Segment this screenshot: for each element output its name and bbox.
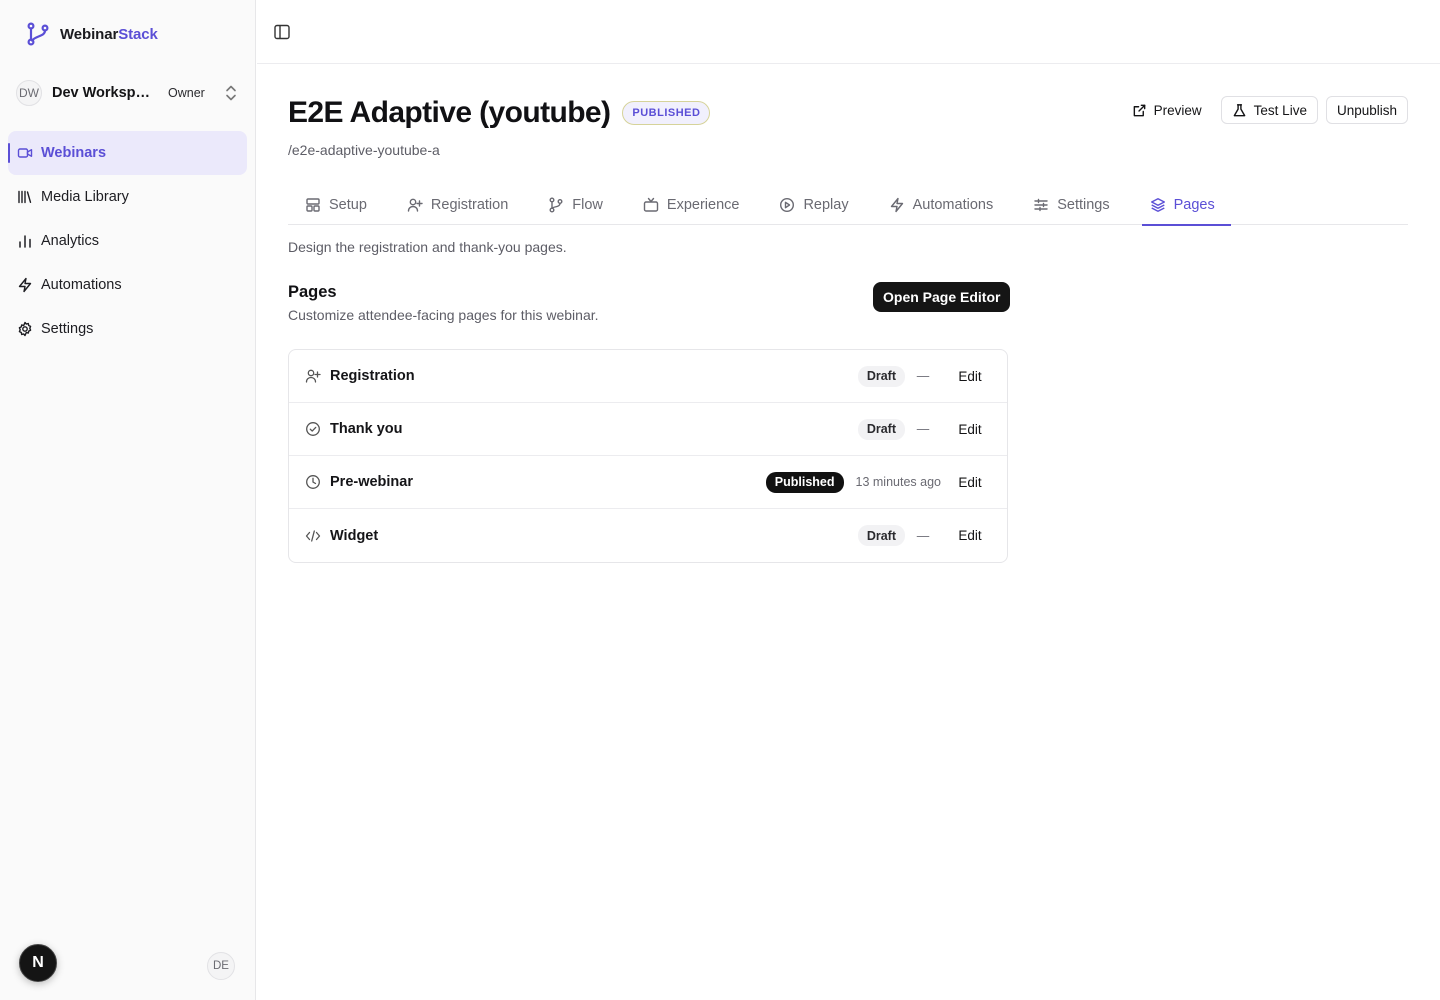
sidebar-item-label: Webinars xyxy=(41,145,107,161)
page-name: Pre-webinar xyxy=(330,474,413,490)
updated-time: 13 minutes ago xyxy=(855,475,941,489)
title-row: E2E Adaptive (youtube) PUBLISHED xyxy=(288,96,711,130)
updated-time: — xyxy=(916,369,930,383)
chevrons-up-down-icon xyxy=(226,85,236,101)
edit-button[interactable]: Edit xyxy=(949,362,991,390)
user-plus-icon xyxy=(407,198,423,212)
flask-icon xyxy=(1233,103,1246,116)
updated-time: — xyxy=(916,528,930,543)
tab-settings[interactable]: Settings xyxy=(1025,184,1117,225)
tab-pages[interactable]: Pages xyxy=(1141,184,1231,226)
preview-button[interactable]: Preview xyxy=(1120,96,1213,124)
page-name: Widget xyxy=(330,527,379,544)
status-badge: Draft xyxy=(857,525,905,546)
check-circle-icon xyxy=(306,422,320,436)
tab-flow[interactable]: Flow xyxy=(540,184,611,225)
sidebar-item-label: Settings xyxy=(41,321,94,337)
workspace-role: Owner xyxy=(168,86,205,100)
tab-replay[interactable]: Replay xyxy=(771,184,856,225)
status-badge: Draft xyxy=(857,365,905,387)
page-row-registration: Registration Draft — Edit xyxy=(289,350,1007,403)
test-live-label: Test Live xyxy=(1253,102,1307,118)
status-badge: Draft xyxy=(857,418,905,440)
sidebar-item-analytics[interactable]: Analytics xyxy=(8,219,247,263)
library-icon xyxy=(18,190,32,204)
top-bar xyxy=(257,0,1440,64)
tab-label: Replay xyxy=(803,196,849,213)
user-avatar[interactable]: DE xyxy=(207,952,235,980)
sidebar-item-automations[interactable]: Automations xyxy=(8,263,247,307)
external-link-icon xyxy=(1133,104,1146,116)
workspace-name: Dev Workspa... xyxy=(52,85,152,101)
unpublish-button[interactable]: Unpublish xyxy=(1325,96,1408,124)
edit-button[interactable]: Edit xyxy=(949,522,991,550)
tab-label: Registration xyxy=(430,196,509,213)
bar-chart-icon xyxy=(19,235,31,248)
tab-automations[interactable]: Automations xyxy=(881,184,1002,225)
header-actions: Preview Test Live Unpublish xyxy=(1120,96,1408,124)
section-title: Pages xyxy=(288,283,337,301)
tab-experience[interactable]: Experience xyxy=(635,184,748,225)
clock-icon xyxy=(306,475,320,489)
workspace-avatar: DW xyxy=(16,80,42,106)
zap-icon xyxy=(18,277,32,293)
sidebar-item-media-library[interactable]: Media Library xyxy=(8,175,247,219)
page-row-thank-you: Thank you Draft — Edit xyxy=(289,403,1007,456)
page-row-widget: Widget Draft — Edit xyxy=(289,509,1007,562)
brand-logo[interactable]: WebinarStack xyxy=(26,22,158,46)
zap-icon xyxy=(890,197,903,212)
code-icon xyxy=(305,529,321,542)
status-badge: PUBLISHED xyxy=(622,101,711,125)
play-circle-icon xyxy=(780,197,795,212)
section-subtitle: Customize attendee-facing pages for this… xyxy=(288,307,599,323)
edit-button[interactable]: Edit xyxy=(949,415,991,443)
sliders-icon xyxy=(1034,198,1048,211)
edit-button[interactable]: Edit xyxy=(949,468,991,496)
tab-label: Setup xyxy=(329,196,367,213)
user-plus-icon xyxy=(305,369,321,383)
sidebar-item-settings[interactable]: Settings xyxy=(8,307,247,351)
tab-registration[interactable]: Registration xyxy=(399,184,516,225)
gear-icon xyxy=(18,321,32,337)
pages-list: Registration Draft — Edit Thank you Draf… xyxy=(288,349,1008,563)
page-name: Thank you xyxy=(330,421,403,437)
sidebar-item-label: Media Library xyxy=(41,189,129,205)
sidebar-item-label: Analytics xyxy=(41,233,100,249)
video-icon xyxy=(17,148,33,158)
brand-name: WebinarStack xyxy=(60,25,158,43)
sidebar-item-label: Automations xyxy=(41,277,122,293)
webinar-tabs: Setup Registration Flow Experience Repla… xyxy=(288,184,1408,226)
git-branch-icon xyxy=(549,197,563,212)
layers-icon xyxy=(1150,197,1165,212)
page-name: Registration xyxy=(330,368,415,384)
tab-label: Pages xyxy=(1173,196,1215,213)
webinar-slug: /e2e-adaptive-youtube-a xyxy=(288,142,440,158)
page-title: E2E Adaptive (youtube) xyxy=(288,96,611,129)
test-live-button[interactable]: Test Live xyxy=(1220,96,1318,124)
page-row-pre-webinar: Pre-webinar Published 13 minutes ago Edi… xyxy=(289,456,1007,509)
unpublish-label: Unpublish xyxy=(1336,102,1397,118)
sidebar-toggle-icon[interactable] xyxy=(273,23,291,41)
tv-icon xyxy=(643,197,659,212)
status-badge: Published xyxy=(765,471,844,493)
branch-logo-icon xyxy=(27,22,49,46)
tab-description: Design the registration and thank-you pa… xyxy=(288,239,567,255)
dev-tools-badge[interactable]: N xyxy=(19,944,57,982)
updated-time: — xyxy=(916,422,930,436)
sidebar-item-webinars[interactable]: Webinars xyxy=(8,131,247,175)
workspace-switcher[interactable]: DW Dev Workspa... Owner xyxy=(16,79,244,107)
open-page-editor-button[interactable]: Open Page Editor xyxy=(873,282,1011,312)
layout-icon xyxy=(306,197,320,212)
sidebar: WebinarStack DW Dev Workspa... Owner Web… xyxy=(0,0,256,1000)
tab-label: Automations xyxy=(912,196,994,213)
preview-label: Preview xyxy=(1153,102,1202,118)
sidebar-nav: Webinars Media Library Analytics Automat… xyxy=(8,131,247,351)
tab-label: Flow xyxy=(572,196,603,213)
tab-setup[interactable]: Setup xyxy=(297,184,375,225)
tab-label: Settings xyxy=(1057,196,1110,213)
tab-label: Experience xyxy=(666,196,740,213)
